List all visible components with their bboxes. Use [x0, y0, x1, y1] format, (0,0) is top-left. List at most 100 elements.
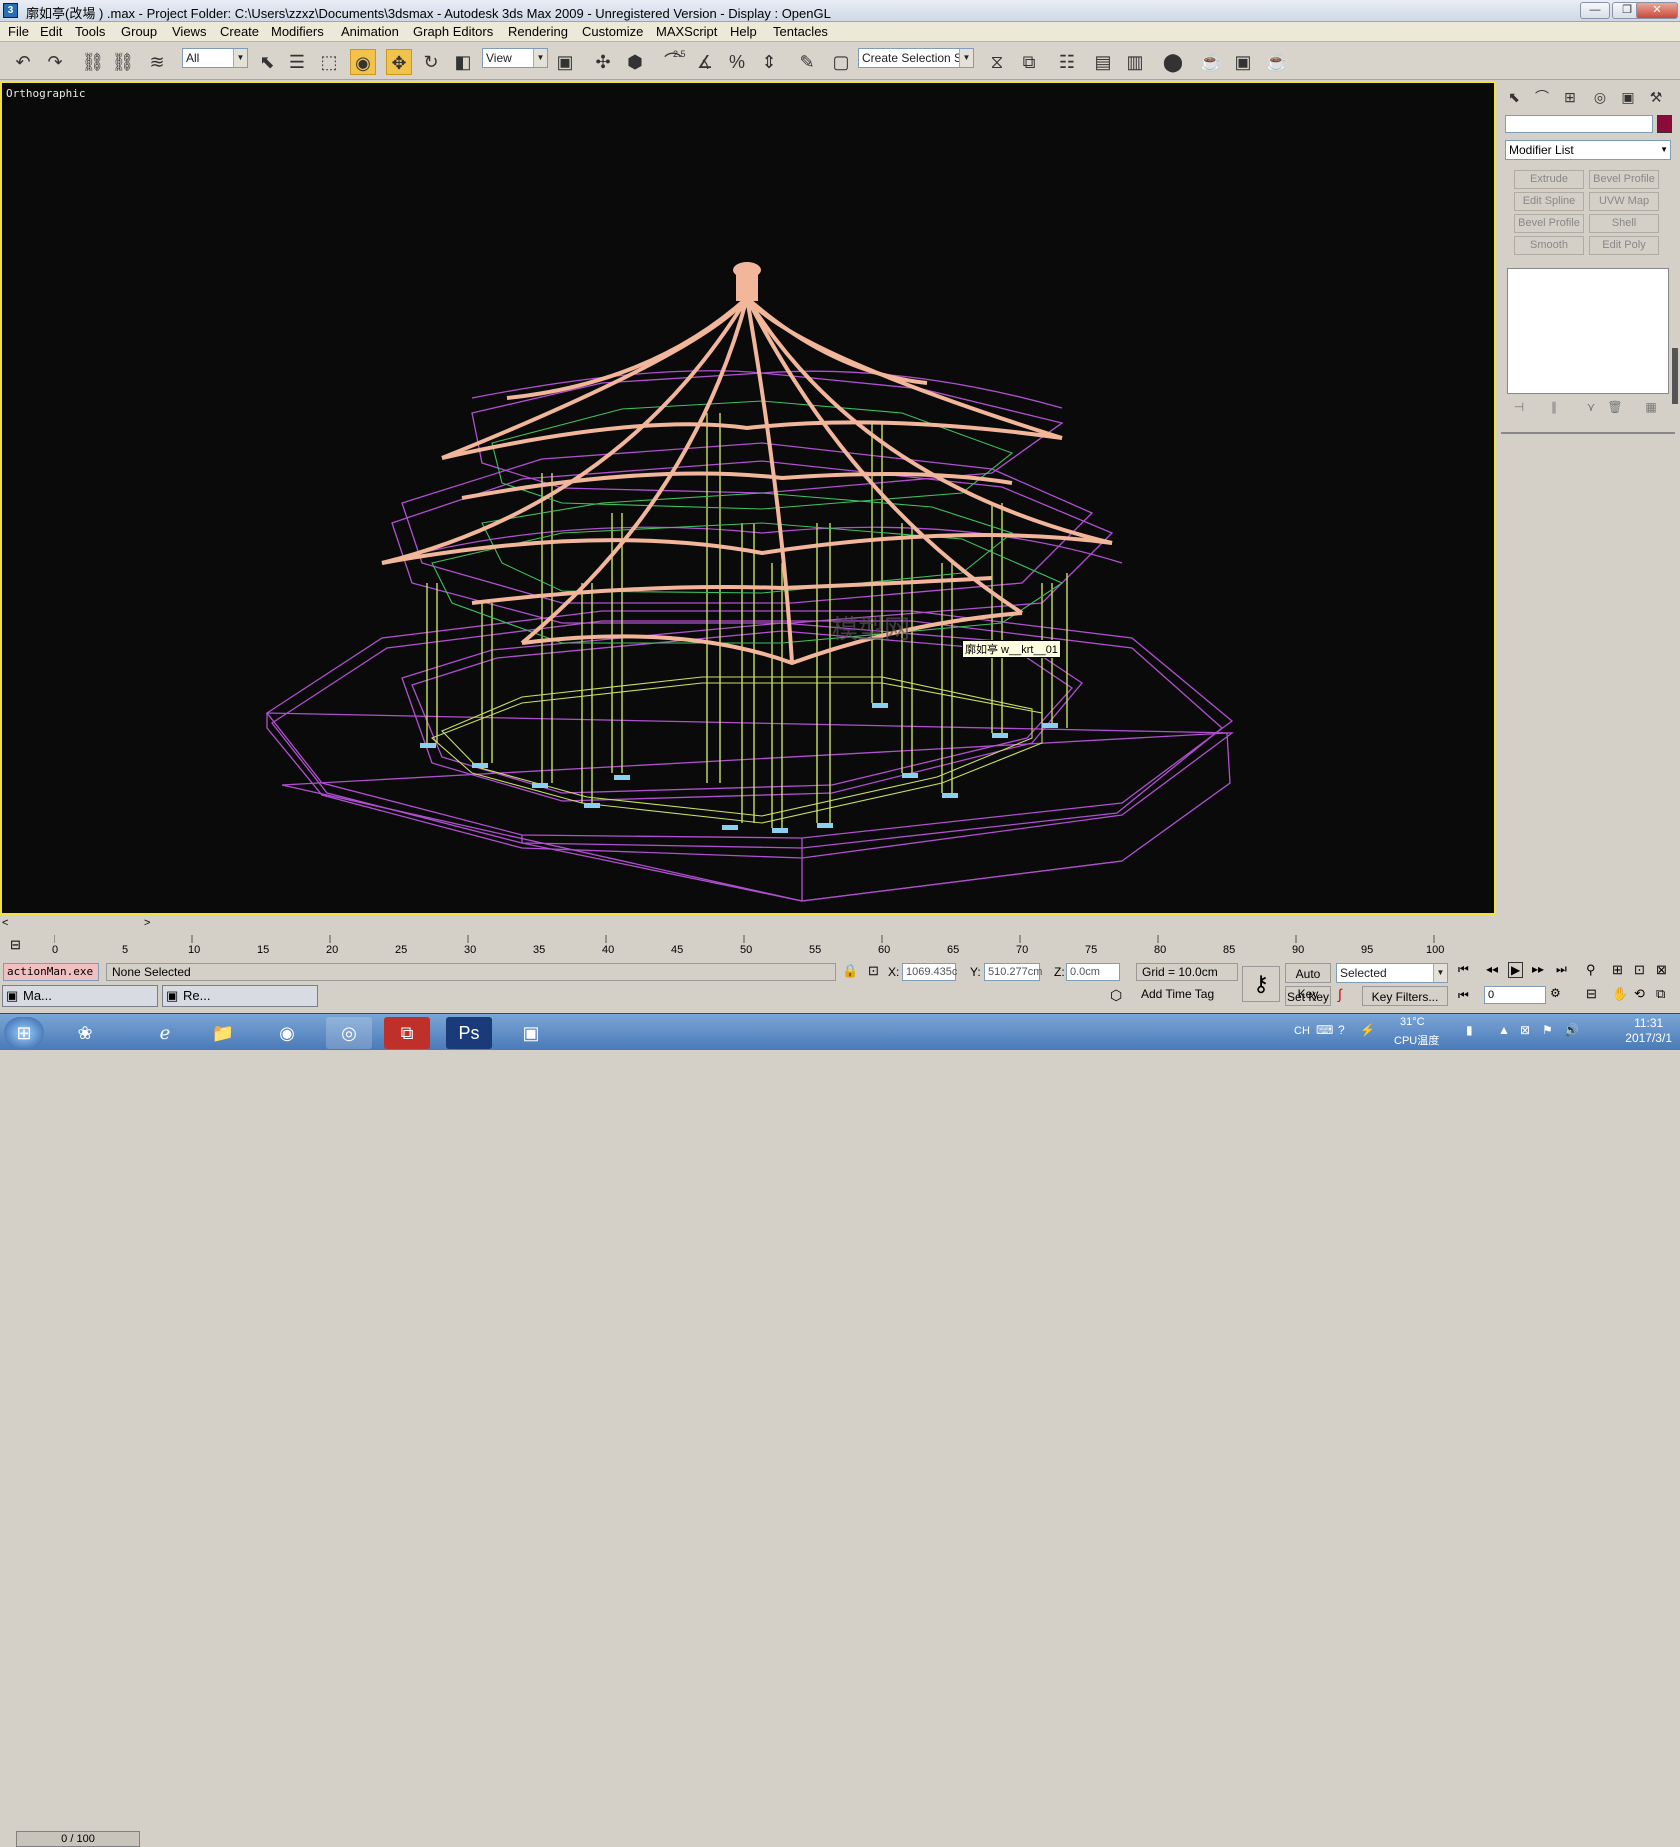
green-browser-icon[interactable]: ◉ — [264, 1017, 310, 1049]
add-time-tag[interactable]: Add Time Tag — [1136, 986, 1238, 1004]
red-app-icon[interactable]: ⧉ — [384, 1017, 430, 1049]
track-bar[interactable]: ⊟ 0 5 10 15 20 25 30 35 40 45 50 55 60 6… — [0, 935, 1496, 959]
uvw-map-button[interactable]: UVW Map — [1589, 192, 1659, 211]
mirror-icon[interactable]: ⧖ — [984, 49, 1010, 75]
object-color-swatch[interactable] — [1657, 115, 1672, 133]
time-config-icon[interactable]: ⚙ — [1550, 986, 1561, 1000]
extrude-button[interactable]: Extrude — [1514, 170, 1584, 189]
menu-edit[interactable]: Edit — [40, 24, 62, 39]
set-key-button[interactable]: Set Key — [1285, 986, 1331, 1006]
menu-tools[interactable]: Tools — [75, 24, 105, 39]
rendered-frame-icon[interactable]: ▣ — [1230, 49, 1256, 75]
menu-animation[interactable]: Animation — [341, 24, 399, 39]
edit-poly-button[interactable]: Edit Poly — [1589, 236, 1659, 255]
create-selection-set-dropdown[interactable]: Create Selection Set ▼ — [858, 48, 974, 68]
network-icon[interactable]: ⊠ — [1520, 1023, 1530, 1037]
object-name-field[interactable] — [1505, 115, 1653, 133]
browser-icon[interactable]: ℯ — [142, 1017, 188, 1049]
time-next-icon[interactable]: > — [144, 917, 150, 929]
keyboard-shortcut-icon[interactable]: ⬢ — [622, 49, 648, 75]
time-prev-icon[interactable]: < — [2, 917, 8, 929]
go-to-start-icon[interactable]: ⏮ — [1458, 962, 1469, 977]
pivot-center-icon[interactable]: ▣ — [552, 49, 578, 75]
track-bar-toggle-icon[interactable]: ⊟ — [10, 937, 21, 953]
tray-icon[interactable]: ⚡ — [1360, 1023, 1375, 1037]
show-end-result-icon[interactable]: ∥ — [1543, 400, 1565, 418]
pan-icon[interactable]: ✋ — [1612, 986, 1628, 1002]
file-explorer-icon[interactable]: 📁 — [200, 1017, 246, 1049]
region-zoom-icon[interactable]: ⊟ — [1586, 986, 1597, 1002]
system-clock[interactable]: 11:31 2017/3/1 — [1625, 1016, 1672, 1046]
configure-sets-icon[interactable]: ▦ — [1640, 400, 1662, 418]
spinner-snap-icon[interactable]: ⇕ — [756, 49, 782, 75]
render-setup-icon[interactable]: ☕ — [1198, 49, 1224, 75]
close-button[interactable]: ✕ — [1636, 2, 1678, 19]
edit-named-selection-icon[interactable]: ✎ — [794, 49, 820, 75]
start-button-icon[interactable]: ⊞ — [4, 1017, 44, 1049]
app-launcher-icon[interactable]: ❀ — [62, 1017, 108, 1049]
window-crossing-icon[interactable]: ◉ — [350, 49, 376, 75]
volume-icon[interactable]: 🔊 — [1564, 1023, 1579, 1037]
zoom-icon[interactable]: ⚲ — [1586, 962, 1596, 978]
key-mode-toggle-icon[interactable]: ⏮ — [1458, 988, 1469, 1003]
align-icon[interactable]: ⧉ — [1016, 49, 1042, 75]
ref-coord-dropdown[interactable]: View ▼ — [482, 48, 548, 68]
smooth-button[interactable]: Smooth — [1514, 236, 1584, 255]
panel-scrollbar[interactable] — [1672, 348, 1678, 404]
monitor-app-icon[interactable]: ▣ — [508, 1017, 554, 1049]
absolute-mode-icon[interactable]: ⊡ — [868, 963, 879, 979]
key-filters-button[interactable]: Key Filters... — [1362, 986, 1448, 1006]
remove-modifier-icon[interactable]: 🗑 — [1604, 400, 1626, 418]
selection-filter-dropdown[interactable]: All ▼ — [182, 48, 248, 68]
next-frame-icon[interactable]: ▸▸ — [1532, 962, 1544, 976]
motion-tab-icon[interactable]: ◎ — [1588, 86, 1612, 108]
language-indicator[interactable]: CH — [1294, 1025, 1310, 1037]
orbit-icon[interactable]: ⟲ — [1634, 986, 1645, 1002]
angle-snap-icon[interactable]: ∡ — [692, 49, 718, 75]
rect-selection-icon[interactable]: ⬚ — [316, 49, 342, 75]
z-coord-field[interactable]: 0.0cm — [1066, 963, 1120, 981]
keyboard-icon[interactable]: ⌨ — [1316, 1023, 1333, 1037]
app-icon[interactable]: 3 — [3, 3, 18, 18]
snap-toggle-icon[interactable]: ⌒ 2.5 — [660, 49, 686, 75]
minimized-window-render[interactable]: Re... ▣ — [162, 985, 318, 1007]
undo-icon[interactable]: ↶ — [10, 49, 36, 75]
prev-frame-icon[interactable]: ◂◂ — [1486, 962, 1498, 976]
make-unique-icon[interactable]: ⋎ — [1580, 400, 1602, 418]
layer-manager-icon[interactable]: ☷ — [1054, 49, 1080, 75]
minimize-button[interactable]: — — [1580, 2, 1610, 19]
percent-snap-icon[interactable]: % — [724, 49, 750, 75]
current-frame-field[interactable]: 0 — [1484, 986, 1546, 1004]
select-link-icon[interactable]: ⛓ — [80, 49, 106, 75]
x-coord-field[interactable]: 1069.435c — [902, 963, 957, 981]
time-slider[interactable]: 0 / 100 — [16, 1831, 140, 1847]
shell-button[interactable]: Shell — [1589, 214, 1659, 233]
auto-key-button[interactable]: Auto Key — [1285, 963, 1331, 1001]
menu-help[interactable]: Help — [730, 24, 757, 39]
photoshop-icon[interactable]: Ps — [446, 1017, 492, 1049]
action-center-icon[interactable]: ⚑ — [1542, 1023, 1553, 1037]
modifier-list-dropdown[interactable]: Modifier List ▼ — [1505, 140, 1671, 160]
manipulate-icon[interactable]: ✣ — [590, 49, 616, 75]
utilities-tab-icon[interactable]: ⚒ — [1644, 86, 1668, 108]
menu-modifiers[interactable]: Modifiers — [271, 24, 324, 39]
help-icon[interactable]: ? — [1338, 1023, 1345, 1037]
edit-spline-button[interactable]: Edit Spline — [1514, 192, 1584, 211]
zoom-extents-icon[interactable]: ⊡ — [1634, 962, 1645, 978]
lock-icon[interactable]: 🔒 — [842, 963, 858, 979]
curve-editor-icon[interactable]: ▤ — [1090, 49, 1116, 75]
bind-spacewarp-icon[interactable]: ≋ — [144, 49, 170, 75]
select-by-name-icon[interactable]: ☰ — [284, 49, 310, 75]
material-editor-icon[interactable]: ⬤ — [1160, 49, 1186, 75]
rotate-icon[interactable]: ↻ — [418, 49, 444, 75]
key-curve-icon[interactable]: ∫ — [1338, 986, 1342, 1002]
create-tab-icon[interactable]: ⬉ — [1502, 86, 1526, 108]
menu-customize[interactable]: Customize — [582, 24, 643, 39]
maxscript-listener-mini[interactable]: actionMan.exe — [3, 963, 99, 981]
show-hidden-icons[interactable]: ▲ — [1498, 1023, 1510, 1037]
named-selection-icon[interactable]: ▢ — [828, 49, 854, 75]
scale-icon[interactable]: ◧ — [450, 49, 476, 75]
play-icon[interactable]: ▶ — [1508, 962, 1524, 978]
move-icon[interactable]: ✥ — [386, 49, 412, 75]
menu-graph-editors[interactable]: Graph Editors — [413, 24, 493, 39]
